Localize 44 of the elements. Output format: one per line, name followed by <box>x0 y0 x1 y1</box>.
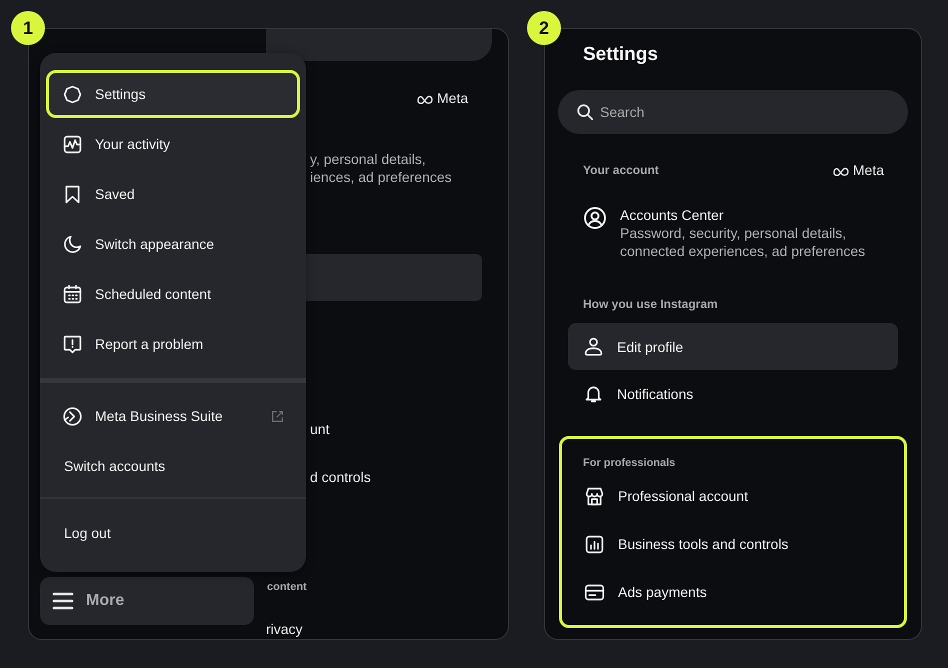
activity-icon <box>62 134 83 154</box>
description-text: y, personal details, <box>310 150 427 168</box>
brand-name: Meta <box>852 162 884 178</box>
calendar-icon <box>62 284 83 304</box>
list-item-text: unt <box>310 420 330 438</box>
section-heading: Your account <box>583 162 659 178</box>
option-row[interactable]: Business tools and controls <box>562 520 904 568</box>
option-row[interactable]: Edit profile <box>568 323 898 370</box>
menu-item[interactable]: Your activity <box>46 119 300 169</box>
person-circle-icon <box>583 206 607 230</box>
menu-icon <box>52 592 74 610</box>
menu-item[interactable]: Settings <box>46 70 300 118</box>
section-heading: For professionals <box>583 456 676 471</box>
person-icon <box>583 336 604 357</box>
chevron-circle-icon <box>62 406 83 426</box>
option-row[interactable]: Accounts Center Password, security, personal details, connected experiences, ad preferences <box>568 203 898 260</box>
step-badge: 2 <box>527 11 561 45</box>
menu-item[interactable]: Report a problem <box>46 319 300 369</box>
credit-card-icon <box>584 582 605 602</box>
alert-bubble-icon <box>62 334 83 354</box>
settings-icon <box>62 84 83 104</box>
menu-item[interactable]: Log out <box>46 508 300 558</box>
list-item-text: d controls <box>310 468 371 486</box>
more-button[interactable]: More <box>40 577 254 625</box>
menu-item[interactable]: Scheduled content <box>46 269 300 319</box>
menu-item[interactable]: Saved <box>46 169 300 219</box>
option-row[interactable]: Ads payments <box>562 568 904 616</box>
bar-chart-icon <box>584 534 605 554</box>
brand-name: Meta <box>437 90 468 106</box>
search-field[interactable]: Search <box>558 90 908 134</box>
section-heading: content <box>267 580 307 594</box>
section-heading: How you use Instagram <box>583 296 718 312</box>
option-row[interactable]: Notifications <box>568 370 898 417</box>
menu-item[interactable]: Switch accounts <box>46 441 300 491</box>
page-title: Settings <box>583 43 659 67</box>
step-badge: 1 <box>11 11 45 45</box>
menu-item[interactable]: Switch appearance <box>46 219 300 269</box>
description-text: iences, ad preferences <box>310 168 452 186</box>
list-item-text: rivacy <box>266 620 303 638</box>
search-icon <box>576 103 594 121</box>
moon-icon <box>62 234 83 254</box>
storefront-icon <box>584 486 605 506</box>
menu-item[interactable]: Meta Business Suite <box>46 391 300 441</box>
option-row[interactable]: Professional account <box>562 472 904 520</box>
